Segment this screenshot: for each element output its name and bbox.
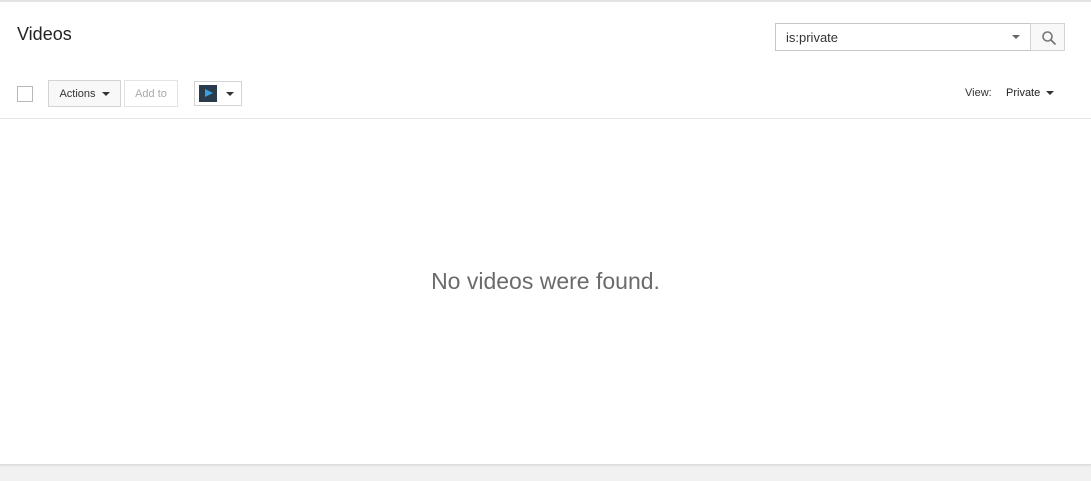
- chevron-down-icon: [101, 91, 110, 96]
- page-title: Videos: [17, 24, 72, 44]
- video-app-icon: [199, 85, 217, 102]
- app-filter-dropdown[interactable]: [194, 81, 242, 106]
- search-box[interactable]: [775, 23, 1031, 51]
- view-label: View:: [965, 87, 992, 99]
- videos-panel: Videos Actions Add to View: Private No v…: [0, 0, 1091, 465]
- add-to-button-label: Add to: [135, 87, 167, 100]
- select-all-checkbox[interactable]: [17, 86, 33, 102]
- search-button[interactable]: [1030, 23, 1065, 51]
- search-icon: [1042, 31, 1057, 46]
- view-dropdown[interactable]: Private: [1006, 87, 1055, 99]
- chevron-down-icon: [226, 91, 234, 96]
- search-input[interactable]: [776, 24, 1002, 50]
- empty-state-message: No videos were found.: [431, 268, 660, 294]
- chevron-down-icon: [1046, 91, 1055, 95]
- actions-button[interactable]: Actions: [48, 80, 121, 107]
- view-selected-value: Private: [1006, 87, 1041, 99]
- toolbar-divider: [0, 118, 1091, 119]
- actions-button-label: Actions: [59, 87, 96, 100]
- search-options-chevron-icon[interactable]: [1012, 35, 1020, 39]
- add-to-button[interactable]: Add to: [124, 80, 178, 107]
